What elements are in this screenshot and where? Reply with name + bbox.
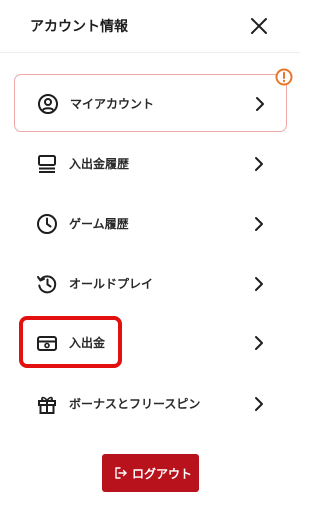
chevron-right-icon (255, 277, 263, 291)
cash-icon (37, 336, 57, 351)
stacked-list-icon (38, 155, 56, 173)
menu-item-label: 入出金履歴 (69, 157, 130, 171)
menu-item-transaction-history[interactable]: 入出金履歴 (14, 135, 287, 193)
clock-icon (37, 214, 57, 234)
menu-item-label: マイアカウント (70, 97, 155, 111)
menu-item-old-play[interactable]: オールドプレイ (14, 255, 287, 313)
chevron-right-icon (255, 397, 263, 411)
chevron-right-icon (255, 217, 263, 231)
chevron-right-icon (255, 336, 263, 350)
history-icon (37, 275, 57, 294)
menu-item-bonus-free-spins[interactable]: ボーナスとフリースピン (14, 375, 287, 433)
alert-icon (275, 68, 293, 86)
close-icon[interactable] (250, 17, 268, 35)
menu-item-label: ボーナスとフリースピン (69, 397, 201, 411)
chevron-right-icon (256, 97, 264, 111)
logout-label: ログアウト (132, 467, 193, 481)
menu-item-deposit-withdraw[interactable]: 入出金 (14, 314, 287, 372)
menu-item-label: 入出金 (69, 336, 106, 350)
logout-button[interactable]: ログアウト (102, 454, 199, 492)
gift-icon (38, 396, 56, 414)
menu-item-my-account[interactable]: マイアカウント (14, 74, 287, 132)
menu-item-game-history[interactable]: ゲーム履歴 (14, 195, 287, 253)
logout-icon (115, 467, 127, 479)
menu-item-label: オールドプレイ (69, 277, 154, 291)
panel-header: アカウント情報 (0, 0, 300, 53)
page-title: アカウント情報 (30, 19, 128, 35)
menu-item-label: ゲーム履歴 (69, 217, 129, 231)
user-circle-icon (38, 94, 58, 114)
chevron-right-icon (255, 157, 263, 171)
